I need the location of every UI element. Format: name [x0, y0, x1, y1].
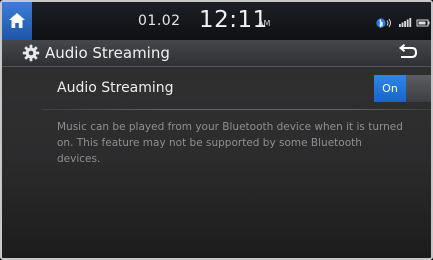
setting-description: Music can be played from your Bluetooth …: [57, 121, 403, 165]
setting-label: Audio Streaming: [57, 80, 174, 96]
infotainment-screen: 01.02 12:11 AM Audio Streaming Audio Str…: [0, 0, 433, 260]
back-button[interactable]: [395, 44, 419, 62]
toggle-off-segment: [406, 75, 431, 102]
home-button[interactable]: [2, 2, 32, 40]
home-icon: [9, 13, 25, 28]
bluetooth-audio-icon: [376, 18, 391, 28]
battery-icon: [416, 19, 430, 27]
audio-streaming-toggle[interactable]: On: [374, 75, 431, 102]
back-arrow-icon: [398, 44, 418, 58]
title-bar: Audio Streaming: [2, 40, 431, 67]
row-divider: [42, 109, 431, 110]
signal-strength-icon: [399, 18, 412, 27]
audio-streaming-row[interactable]: Audio Streaming On: [2, 71, 431, 106]
status-date: 01.02: [138, 13, 181, 29]
status-icons: [376, 15, 430, 29]
gear-icon: [22, 44, 40, 62]
status-ampm: AM: [258, 19, 271, 28]
status-bar: 01.02 12:11 AM: [2, 2, 431, 40]
toggle-on-label: On: [374, 75, 406, 102]
page-title: Audio Streaming: [45, 44, 170, 62]
